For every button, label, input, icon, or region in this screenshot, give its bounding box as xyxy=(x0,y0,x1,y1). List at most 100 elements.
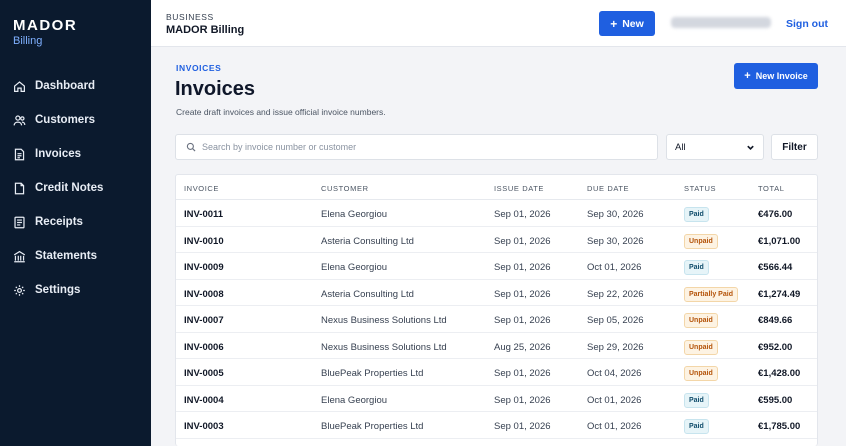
plus-icon: + xyxy=(610,16,618,31)
column-header-total[interactable]: TOTAL xyxy=(758,184,784,193)
customer-name: Nexus Business Solutions Ltd xyxy=(321,341,447,353)
due-date: Oct 01, 2026 xyxy=(587,421,642,432)
sidebar-item-customers[interactable]: Customers xyxy=(0,103,151,137)
column-header-due-date[interactable]: DUE DATE xyxy=(587,184,629,193)
column-header-invoice[interactable]: INVOICE xyxy=(184,184,219,193)
statements-icon xyxy=(13,250,26,262)
issue-date: Sep 01, 2026 xyxy=(494,209,551,220)
issue-date: Sep 01, 2026 xyxy=(494,394,551,406)
user-email xyxy=(671,17,771,28)
business-name: MADOR Billing xyxy=(166,24,245,36)
invoice-number[interactable]: INV-0006 xyxy=(184,342,224,353)
sidebar-nav: Dashboard Customers Invoices Credit Note… xyxy=(0,69,151,307)
status-badge: Paid xyxy=(684,419,709,434)
brand-subtitle: Billing xyxy=(13,35,43,47)
brand[interactable]: MADOR Billing xyxy=(13,17,77,47)
due-date: Sep 22, 2026 xyxy=(587,288,644,300)
invoice-number[interactable]: INV-0009 xyxy=(184,262,224,273)
table-row[interactable]: INV-0006 Nexus Business Solutions Ltd Aug … xyxy=(176,333,817,359)
issue-date: Sep 01, 2026 xyxy=(494,235,551,247)
invoice-number[interactable]: INV-0010 xyxy=(184,236,224,247)
table-row[interactable]: INV-0009 Elena Georgiou Sep 01, 2026 Oct 01… xyxy=(176,253,817,280)
customer-name: BluePeak Properties Ltd xyxy=(321,421,424,432)
status-badge: Unpaid xyxy=(684,339,718,355)
sidebar-item-label: Dashboard xyxy=(35,80,96,92)
invoice-total: €849.66 xyxy=(758,315,793,326)
sidebar-item-dashboard[interactable]: Dashboard xyxy=(0,69,151,103)
invoice-total: €1,428.00 xyxy=(758,368,801,379)
status-badge: Paid xyxy=(684,260,709,275)
status-select-value: All xyxy=(675,141,686,153)
invoice-total: €1,274.49 xyxy=(758,288,801,300)
sidebar-item-receipts[interactable]: Receipts xyxy=(0,205,151,239)
status-badge: Unpaid xyxy=(684,313,718,328)
invoice-total: €566.44 xyxy=(758,262,793,273)
invoice-number[interactable]: INV-0011 xyxy=(184,209,223,220)
receipt-icon xyxy=(14,216,25,228)
due-date: Sep 05, 2026 xyxy=(587,315,644,326)
search-input[interactable] xyxy=(202,142,642,152)
invoice-total: €1,785.00 xyxy=(758,421,801,432)
status-select[interactable]: All xyxy=(666,134,764,160)
due-date: Oct 01, 2026 xyxy=(587,394,642,406)
due-date: Oct 01, 2026 xyxy=(587,262,642,273)
issue-date: Sep 01, 2026 xyxy=(494,262,551,273)
invoice-total: €476.00 xyxy=(758,209,793,220)
invoice-total: €1,071.00 xyxy=(758,235,801,247)
column-header-customer[interactable]: CUSTOMER xyxy=(321,184,369,193)
sidebar-item-credit-notes[interactable]: Credit Notes xyxy=(0,171,151,205)
customer-name: Nexus Business Solutions Ltd xyxy=(321,315,447,326)
customer-name: Elena Georgiou xyxy=(321,262,388,273)
breadcrumb: INVOICES xyxy=(176,63,222,73)
due-date: Sep 30, 2026 xyxy=(587,209,644,220)
invoice-number[interactable]: INV-0003 xyxy=(184,421,224,432)
home-icon xyxy=(14,80,25,92)
users-icon xyxy=(13,114,26,125)
table-row[interactable]: INV-0003 BluePeak Properties Ltd Sep 01, 2… xyxy=(176,412,817,439)
table-row[interactable]: INV-0011 Elena Georgiou Sep 01, 2026 Sep 30… xyxy=(176,200,817,227)
page-title: Invoices xyxy=(175,78,256,100)
issue-date: Sep 01, 2026 xyxy=(494,368,551,379)
issue-date: Sep 01, 2026 xyxy=(494,421,551,432)
sidebar-item-invoices[interactable]: Invoices xyxy=(0,137,151,171)
customer-name: Elena Georgiou xyxy=(321,394,388,406)
invoice-number[interactable]: INV-0008 xyxy=(184,289,224,300)
new-invoice-button[interactable]: + New Invoice xyxy=(734,63,818,89)
table-row[interactable]: INV-0008 Asteria Consulting Ltd Sep 01, 20… xyxy=(176,280,817,306)
invoice-total: €952.00 xyxy=(758,341,793,353)
table-row[interactable]: INV-0004 Elena Georgiou Sep 01, 2026 Oct 01… xyxy=(176,386,817,412)
table-row[interactable]: INV-0005 BluePeak Properties Ltd Sep 01, 2… xyxy=(176,359,817,386)
issue-date: Aug 25, 2026 xyxy=(494,341,551,353)
status-badge: Partially Paid xyxy=(684,286,738,302)
sidebar-item-statements[interactable]: Statements xyxy=(0,239,151,273)
new-button[interactable]: + New xyxy=(599,11,655,36)
sidebar-item-label: Invoices xyxy=(35,148,82,160)
sign-out-link[interactable]: Sign out xyxy=(786,18,828,30)
column-header-status[interactable]: STATUS xyxy=(684,184,716,193)
issue-date: Sep 01, 2026 xyxy=(494,315,551,326)
table-row[interactable]: INV-0010 Asteria Consulting Ltd Sep 01, 20… xyxy=(176,227,817,253)
document-icon xyxy=(14,148,25,160)
filter-button[interactable]: Filter xyxy=(771,134,818,160)
invoice-number[interactable]: INV-0004 xyxy=(184,395,224,406)
invoice-total: €595.00 xyxy=(758,394,793,406)
column-header-issue-date[interactable]: ISSUE DATE xyxy=(494,184,544,193)
sidebar-item-settings[interactable]: Settings xyxy=(0,273,151,307)
table-row[interactable]: INV-0007 Nexus Business Solutions Ltd Sep … xyxy=(176,306,817,333)
customer-name: BluePeak Properties Ltd xyxy=(321,368,424,379)
status-badge: Unpaid xyxy=(684,233,718,249)
page-description: Create draft invoices and issue official… xyxy=(176,107,386,117)
search-box xyxy=(175,134,658,160)
new-button-label: New xyxy=(622,17,644,30)
table-body: INV-0011 Elena Georgiou Sep 01, 2026 Sep 30… xyxy=(176,200,817,439)
new-invoice-label: New Invoice xyxy=(755,71,808,81)
invoices-table: INVOICE CUSTOMER ISSUE DATE DUE DATE STA… xyxy=(175,174,818,446)
sidebar-item-label: Customers xyxy=(35,114,96,126)
invoice-number[interactable]: INV-0005 xyxy=(184,368,224,379)
sidebar-item-label: Receipts xyxy=(35,216,83,228)
search-icon xyxy=(186,142,196,152)
customer-name: Asteria Consulting Ltd xyxy=(321,235,414,247)
invoice-number[interactable]: INV-0007 xyxy=(184,315,224,326)
due-date: Oct 04, 2026 xyxy=(587,368,642,379)
sidebar: MADOR Billing Dashboard Customers Invoic… xyxy=(0,0,151,446)
